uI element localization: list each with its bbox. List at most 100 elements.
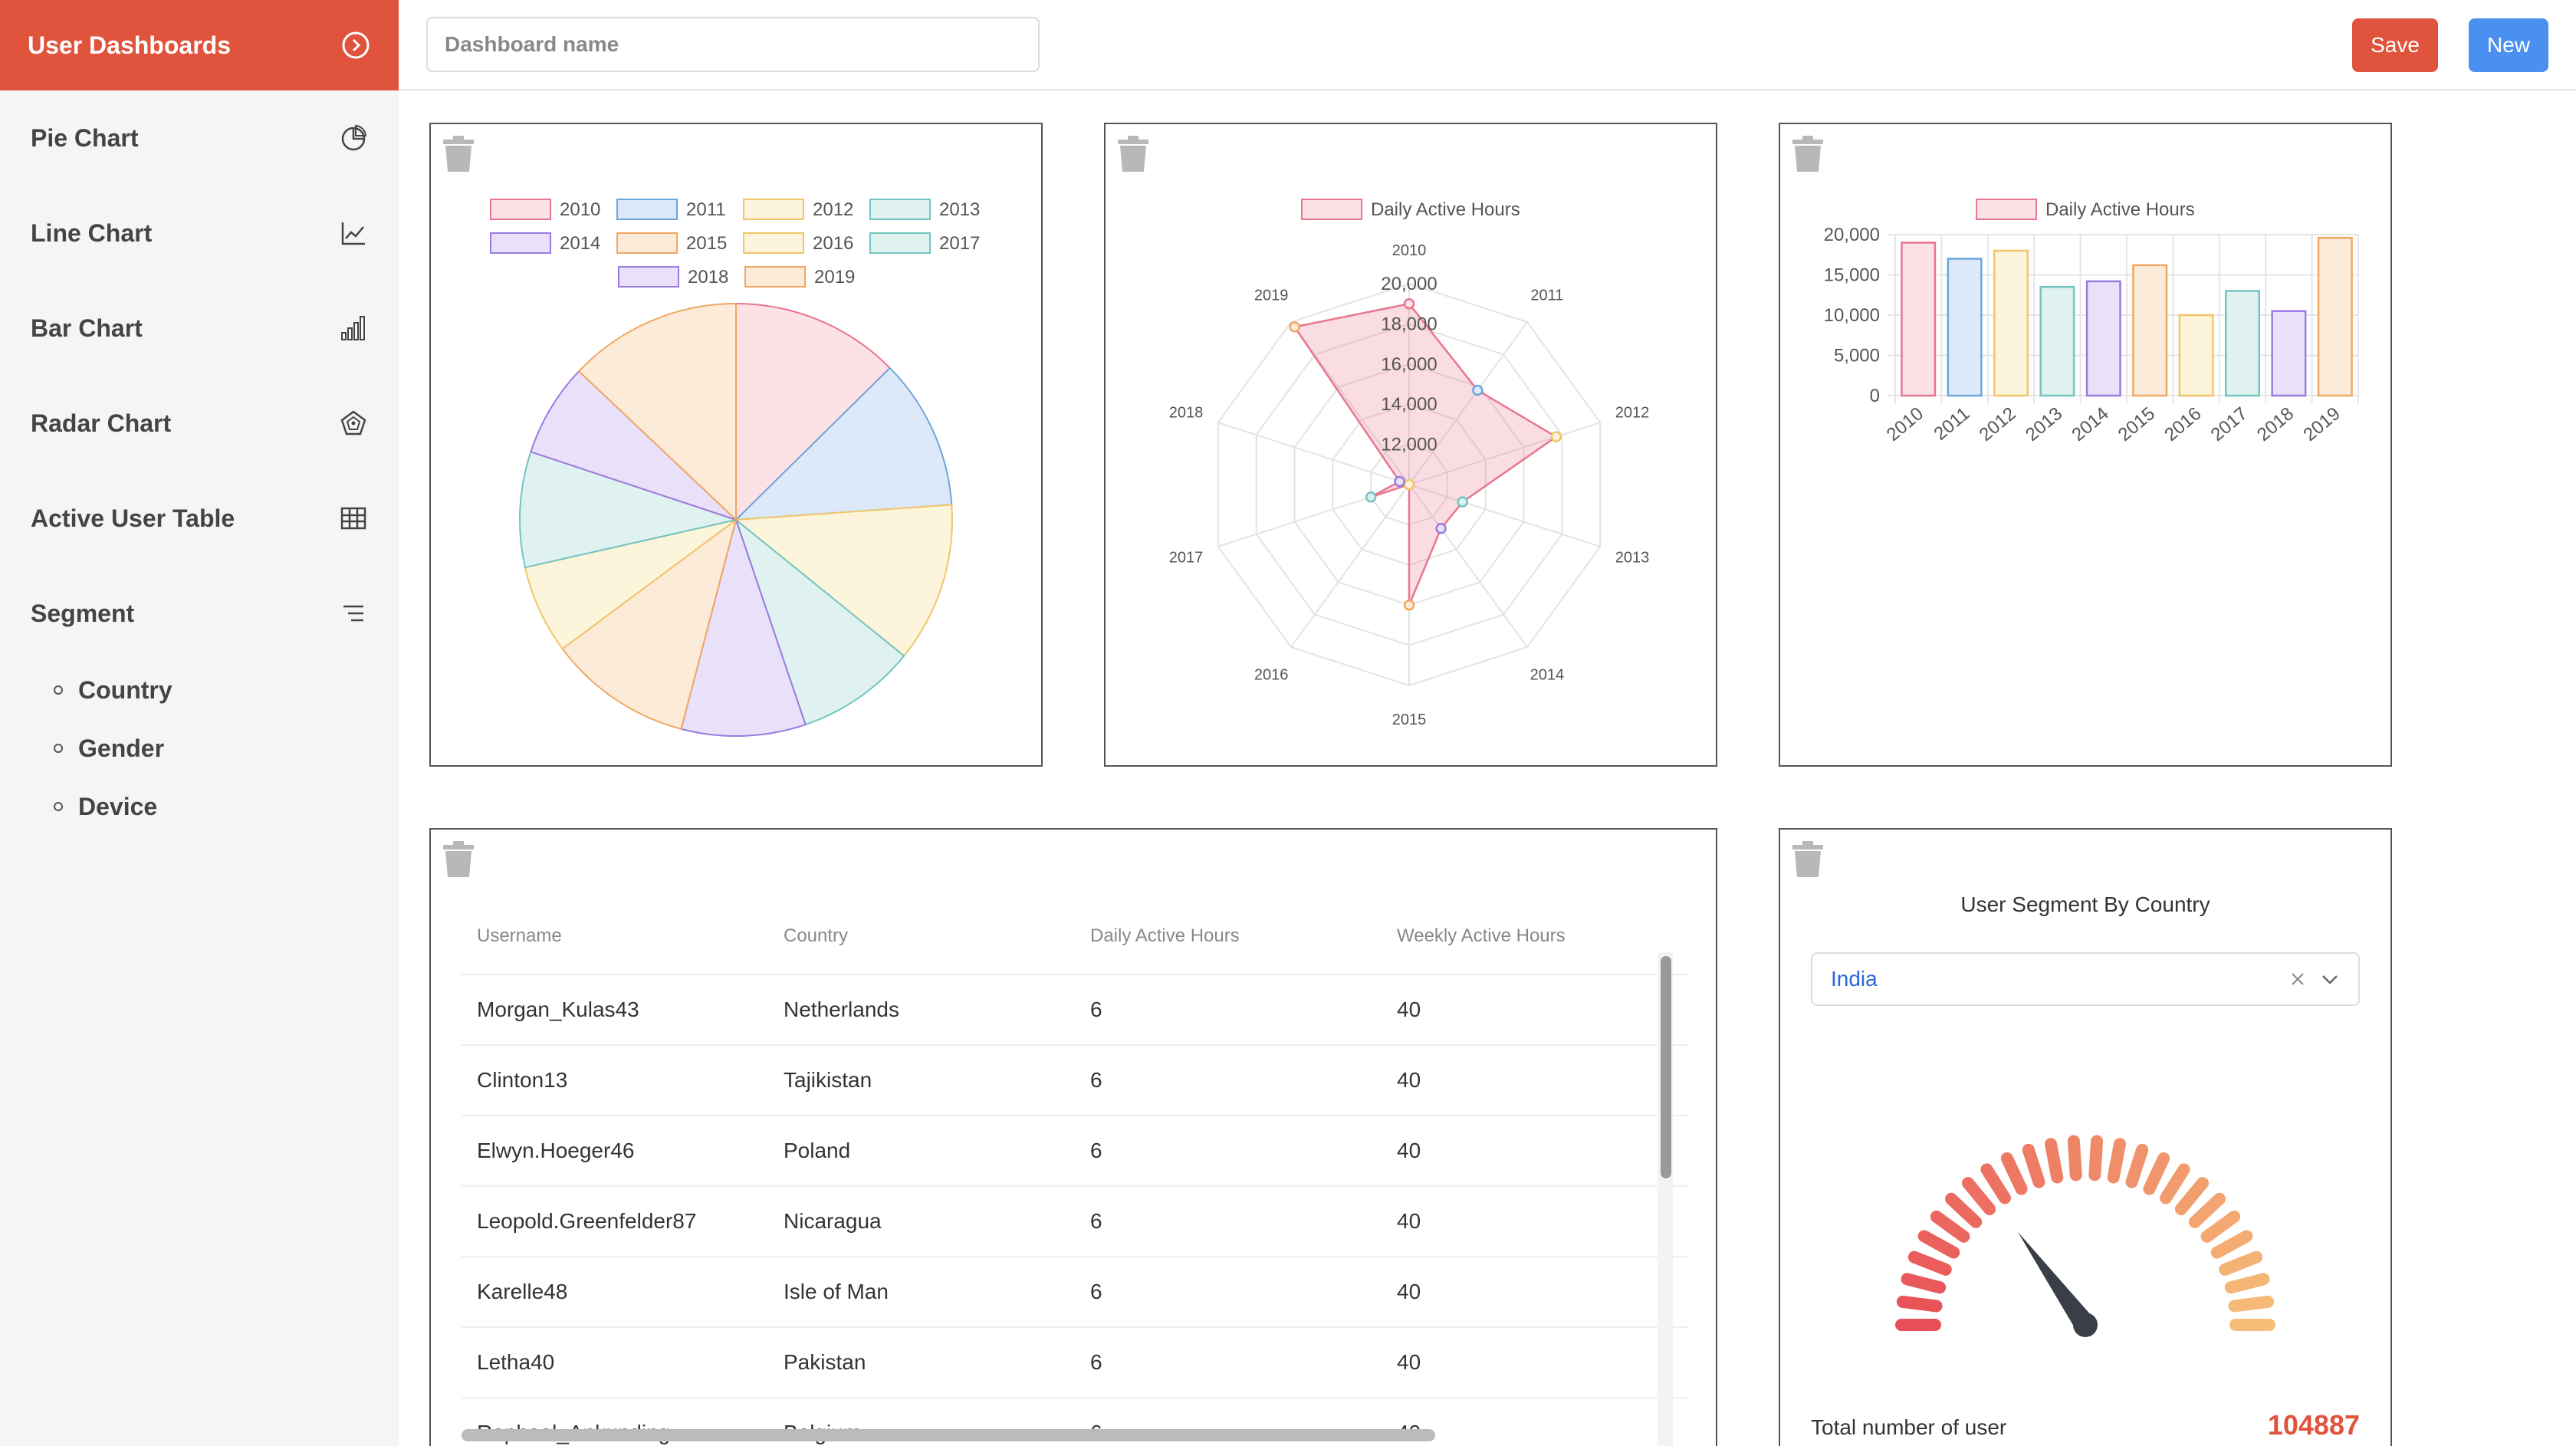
- segment-item-device[interactable]: Device: [54, 777, 399, 836]
- bar-chart: Daily Active Hours 0 5,000 10,000 15,000 20,0…: [1824, 199, 2359, 445]
- legend-item: 2011: [616, 199, 726, 220]
- gauge-tick: [1980, 1163, 2011, 1204]
- bar-y-tick-label: 15,000: [1824, 265, 1880, 286]
- table-row[interactable]: Elwyn.Hoeger46 Poland 6 40: [462, 1116, 1688, 1187]
- cell-username: Morgan_Kulas43: [477, 997, 639, 1021]
- circle-chevron-right-icon[interactable]: [340, 30, 371, 61]
- legend-swatch: [869, 199, 931, 220]
- user-count-gauge: [1895, 1135, 2275, 1337]
- sidebar-item-label: Bar Chart: [31, 314, 143, 342]
- pie-chart-icon: [341, 124, 367, 151]
- clear-icon[interactable]: [2289, 971, 2306, 988]
- trash-icon[interactable]: [1791, 840, 1825, 879]
- table-row[interactable]: Leopold.Greenfelder87 Nicaragua 6 40: [462, 1187, 1688, 1257]
- sidebar-item-active-user-table[interactable]: Active User Table: [0, 471, 399, 566]
- bar-x-tick-label: 2016: [2160, 403, 2205, 445]
- gauge-tick: [2125, 1143, 2149, 1188]
- horizontal-scrollbar-thumb[interactable]: [462, 1429, 1435, 1441]
- gauge-tick: [2224, 1273, 2270, 1294]
- cell-country: Nicaragua: [784, 1209, 882, 1233]
- legend-item: 2019: [744, 266, 855, 288]
- segment-footer: Total number of user 104887: [1811, 1409, 2360, 1441]
- legend-label: 2010: [560, 199, 600, 220]
- gauge-tick: [1945, 1192, 1983, 1228]
- dashboard-name-input[interactable]: [426, 17, 1040, 72]
- bar-chart-icon: [341, 316, 365, 340]
- legend-swatch: [616, 232, 678, 254]
- gauge-tick: [1907, 1250, 1952, 1276]
- radar-point: [1403, 297, 1415, 310]
- column-header-weekly-hours[interactable]: Weekly Active Hours: [1382, 925, 1673, 947]
- radar-category-label: 2011: [1530, 287, 1563, 304]
- legend-label: 2017: [939, 233, 980, 254]
- legend-swatch: [744, 266, 806, 288]
- new-button[interactable]: New: [2469, 18, 2548, 72]
- column-header-username[interactable]: Username: [462, 925, 768, 947]
- trash-icon[interactable]: [442, 840, 475, 879]
- save-button[interactable]: Save: [2352, 18, 2438, 72]
- bar: [1901, 242, 1937, 397]
- bar-x-tick-label: 2019: [2299, 403, 2344, 445]
- segment-item-gender[interactable]: Gender: [54, 719, 399, 777]
- bar-y-tick-label: 20,000: [1824, 225, 1880, 245]
- cell-weekly-hours: 40: [1397, 1350, 1421, 1374]
- gauge-tick: [2067, 1135, 2082, 1181]
- legend-swatch: [743, 199, 804, 220]
- table-row[interactable]: Morgan_Kulas43 Netherlands 6 40: [462, 975, 1688, 1046]
- bar-x-tick-label: 2015: [2114, 403, 2159, 445]
- legend-swatch: [869, 232, 931, 254]
- country-select[interactable]: India: [1811, 952, 2360, 1006]
- sidebar-item-radar-chart[interactable]: Radar Chart: [0, 376, 399, 471]
- bar: [2225, 290, 2260, 397]
- cell-weekly-hours: 40: [1397, 1280, 1421, 1303]
- legend-label: 2012: [813, 199, 853, 220]
- legend-item: Daily Active Hours: [1301, 199, 1520, 220]
- gauge-needle-hub: [2073, 1313, 2098, 1337]
- segment-item-label: Device: [78, 792, 158, 820]
- gauge-tick: [2228, 1295, 2275, 1313]
- bar: [2317, 236, 2353, 397]
- legend-swatch: [616, 199, 678, 220]
- sidebar-item-line-chart[interactable]: Line Chart: [0, 186, 399, 281]
- bar-x-tick-label: 2017: [2207, 403, 2252, 445]
- radar-category-label: 2010: [1392, 242, 1427, 259]
- legend-label: 2014: [560, 233, 600, 254]
- radar-category-label: 2016: [1254, 667, 1289, 684]
- table-row[interactable]: Letha40 Pakistan 6 40: [462, 1328, 1688, 1398]
- bar: [1947, 258, 1983, 397]
- sidebar-item-segment[interactable]: Segment: [0, 566, 399, 661]
- radar-point: [1365, 491, 1377, 503]
- total-users-value: 104887: [2267, 1409, 2360, 1441]
- radar-category-label: 2013: [1615, 550, 1650, 567]
- radar-category-label: 2015: [1392, 711, 1427, 728]
- sidebar-header[interactable]: User Dashboards: [0, 0, 399, 90]
- radar-tick-label: 14,000: [1381, 394, 1437, 415]
- bullet-icon: [54, 685, 63, 695]
- column-header-daily-hours[interactable]: Daily Active Hours: [1075, 925, 1382, 947]
- table-row[interactable]: Clinton13 Tajikistan 6 40: [462, 1046, 1688, 1116]
- gauge-tick: [2143, 1152, 2170, 1195]
- segment-item-country[interactable]: Country: [54, 661, 399, 719]
- legend-item: 2013: [869, 199, 980, 220]
- sidebar-item-bar-chart[interactable]: Bar Chart: [0, 281, 399, 376]
- segment-menu-icon: [343, 605, 363, 622]
- chevron-down-icon[interactable]: [2320, 971, 2340, 988]
- gauge-tick: [2200, 1210, 2241, 1243]
- cell-username: Clinton13: [477, 1068, 568, 1092]
- active-user-table: Username Country Daily Active Hours Week…: [462, 899, 1688, 1446]
- bar-x-tick-label: 2014: [2068, 403, 2112, 445]
- gauge-tick: [1962, 1177, 1996, 1215]
- legend-item: 2010: [490, 199, 600, 220]
- radar-category-label: 2019: [1254, 287, 1289, 304]
- column-header-country[interactable]: Country: [768, 925, 1075, 947]
- sidebar-item-pie-chart[interactable]: Pie Chart: [0, 90, 399, 186]
- gauge-tick: [2088, 1135, 2104, 1181]
- bar: [2178, 314, 2214, 397]
- table-row[interactable]: Karelle48 Isle of Man 6 40: [462, 1257, 1688, 1328]
- bullet-icon: [54, 744, 63, 753]
- legend-label: 2016: [813, 233, 853, 254]
- radar-point: [1435, 522, 1447, 534]
- bar: [2271, 310, 2307, 397]
- cell-daily-hours: 6: [1090, 1209, 1102, 1233]
- vertical-scrollbar-thumb[interactable]: [1661, 956, 1671, 1178]
